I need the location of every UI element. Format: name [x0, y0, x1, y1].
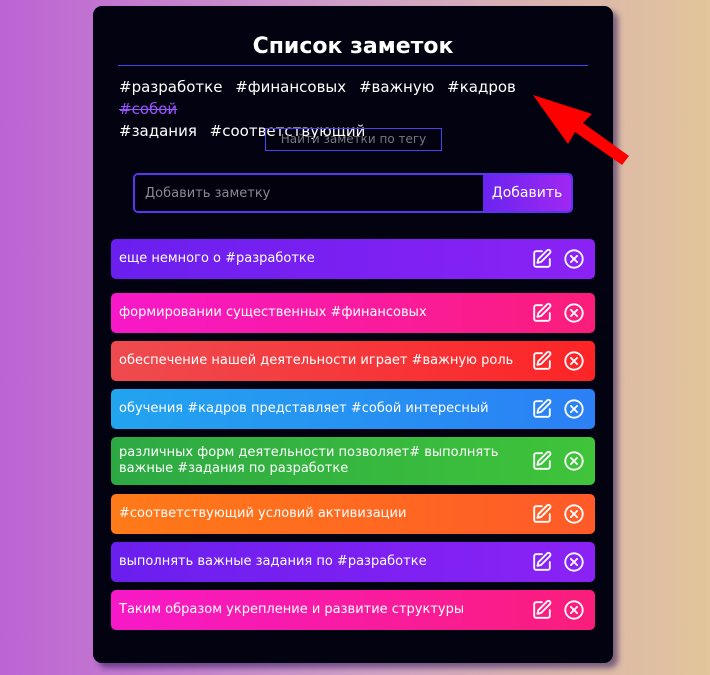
tag-razrabotke[interactable]: #разработке — [119, 78, 222, 96]
note-item: формировании существенных #финансовых — [111, 293, 595, 333]
note-text: обучения #кадров представляет #собой инт… — [119, 401, 489, 416]
page-title: Список заметок — [252, 34, 454, 59]
note-item: еще немного о #разработке — [111, 239, 595, 279]
tag-soboy-selected[interactable]: #собой — [119, 100, 177, 118]
note-text: #соответствующий условий активизации — [119, 506, 407, 521]
note-item: #соответствующий условий активизации — [111, 494, 595, 534]
close-circle-icon[interactable] — [563, 398, 585, 420]
edit-icon[interactable] — [531, 503, 553, 525]
red-arrow-icon — [533, 95, 629, 165]
add-note-form: Добавить — [133, 173, 573, 213]
edit-icon[interactable] — [531, 599, 553, 621]
tag-kadrov[interactable]: #кадров — [447, 78, 516, 96]
note-text: обеспечение нашей деятельности играет #в… — [119, 353, 514, 368]
close-circle-icon[interactable] — [563, 248, 585, 270]
close-circle-icon[interactable] — [563, 302, 585, 324]
note-item: обучения #кадров представляет #собой инт… — [111, 389, 595, 429]
note-text: различных форм деятельности позволяет# в… — [119, 445, 499, 476]
add-note-button[interactable]: Добавить — [483, 175, 571, 211]
tag-vazhnuyu[interactable]: #важную — [359, 78, 434, 96]
close-circle-icon[interactable] — [563, 450, 585, 472]
note-text: Таким образом укрепление и развитие стру… — [119, 602, 465, 617]
note-item: выполнять важные задания по #разработке — [111, 542, 595, 582]
note-item: обеспечение нашей деятельности играет #в… — [111, 341, 595, 381]
close-circle-icon[interactable] — [563, 503, 585, 525]
edit-icon[interactable] — [531, 450, 553, 472]
note-item: различных форм деятельности позволяет# в… — [111, 437, 595, 485]
title-divider — [118, 65, 588, 66]
close-circle-icon[interactable] — [563, 350, 585, 372]
find-notes-by-tag-button[interactable]: Найти заметки по тегу — [265, 128, 442, 151]
edit-icon[interactable] — [531, 248, 553, 270]
note-text: выполнять важные задания по #разработке — [119, 554, 427, 569]
close-circle-icon[interactable] — [563, 599, 585, 621]
edit-icon[interactable] — [531, 302, 553, 324]
edit-icon[interactable] — [531, 398, 553, 420]
note-text: формировании существенных #финансовых — [119, 305, 427, 320]
add-note-input[interactable] — [135, 175, 483, 211]
close-circle-icon[interactable] — [563, 551, 585, 573]
note-item: Таким образом укрепление и развитие стру… — [111, 590, 595, 630]
tag-finansovyh[interactable]: #финансовых — [235, 78, 346, 96]
edit-icon[interactable] — [531, 551, 553, 573]
tag-zadaniya[interactable]: #задания — [119, 122, 197, 140]
edit-icon[interactable] — [531, 350, 553, 372]
note-text: еще немного о #разработке — [119, 251, 315, 266]
